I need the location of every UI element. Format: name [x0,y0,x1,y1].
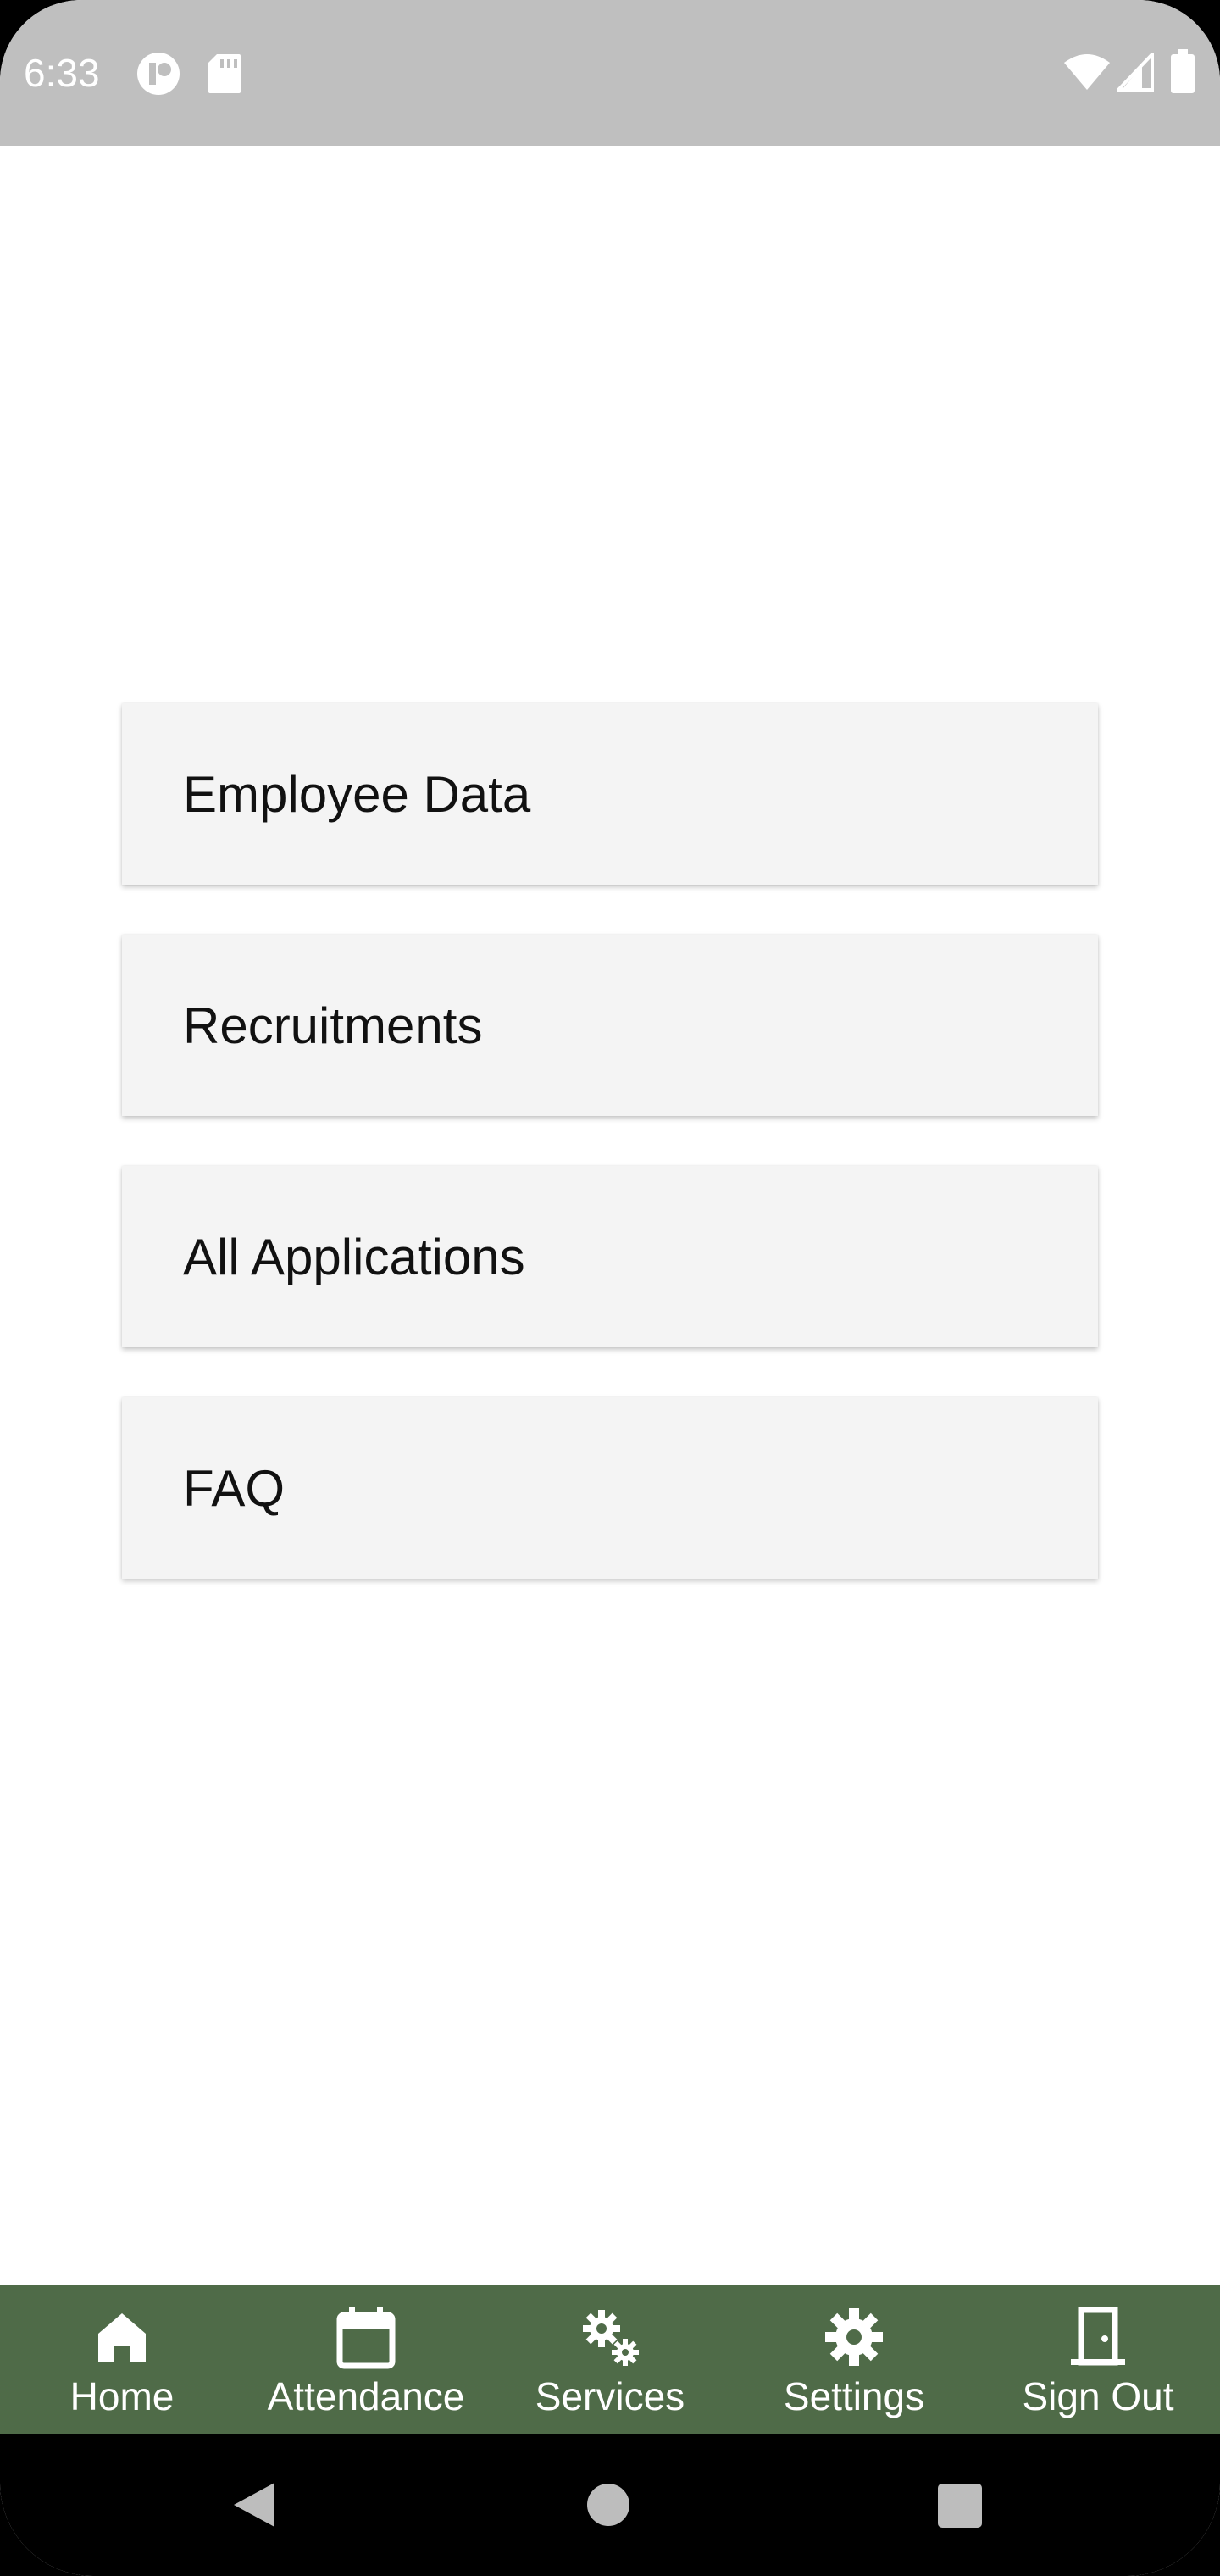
nav-label: Services [535,2374,685,2418]
home-circle-icon[interactable] [586,2483,630,2527]
menu-item-recruitments[interactable]: Recruitments [122,935,1098,1116]
bottom-navigation: Home Attendance Services Settings Sign O… [0,2285,1220,2434]
nav-label: Sign Out [1022,2374,1174,2418]
menu-item-label: Recruitments [183,997,483,1054]
nav-label: Home [69,2374,175,2418]
menu-item-employee-data[interactable]: Employee Data [122,703,1098,885]
gear-icon [825,2308,883,2366]
gears-icon [583,2310,639,2366]
status-time: 6:33 [24,51,100,95]
status-bar: 6:33 [0,0,1220,146]
sd-card-icon [208,54,241,93]
menu-item-label: Employee Data [183,765,531,823]
nav-item-home[interactable]: Home [0,2285,244,2434]
nav-label: Settings [783,2374,925,2418]
menu-item-faq[interactable]: FAQ [122,1397,1098,1579]
menu-item-label: All Applications [183,1228,525,1285]
system-navigation-bar [0,2434,1220,2576]
home-icon [98,2313,146,2362]
menu-item-all-applications[interactable]: All Applications [122,1166,1098,1347]
nav-label: Attendance [267,2374,465,2418]
menu-list: Employee Data Recruitments All Applicati… [122,703,1098,1629]
nav-item-attendance[interactable]: Attendance [244,2285,488,2434]
wifi-icon [1064,54,1110,90]
circle-app-icon [137,53,180,95]
back-icon[interactable] [230,2479,278,2530]
nav-item-settings[interactable]: Settings [732,2285,976,2434]
door-icon [1071,2307,1125,2366]
cell-signal-icon [1117,53,1154,92]
app-screen: 6:33 Employee Data Recruitments All Appl… [0,0,1220,2576]
recents-icon[interactable] [937,2483,983,2529]
nav-item-services[interactable]: Services [488,2285,732,2434]
calendar-icon [336,2307,396,2369]
battery-icon [1171,49,1195,93]
menu-item-label: FAQ [183,1459,286,1517]
nav-item-sign-out[interactable]: Sign Out [976,2285,1220,2434]
